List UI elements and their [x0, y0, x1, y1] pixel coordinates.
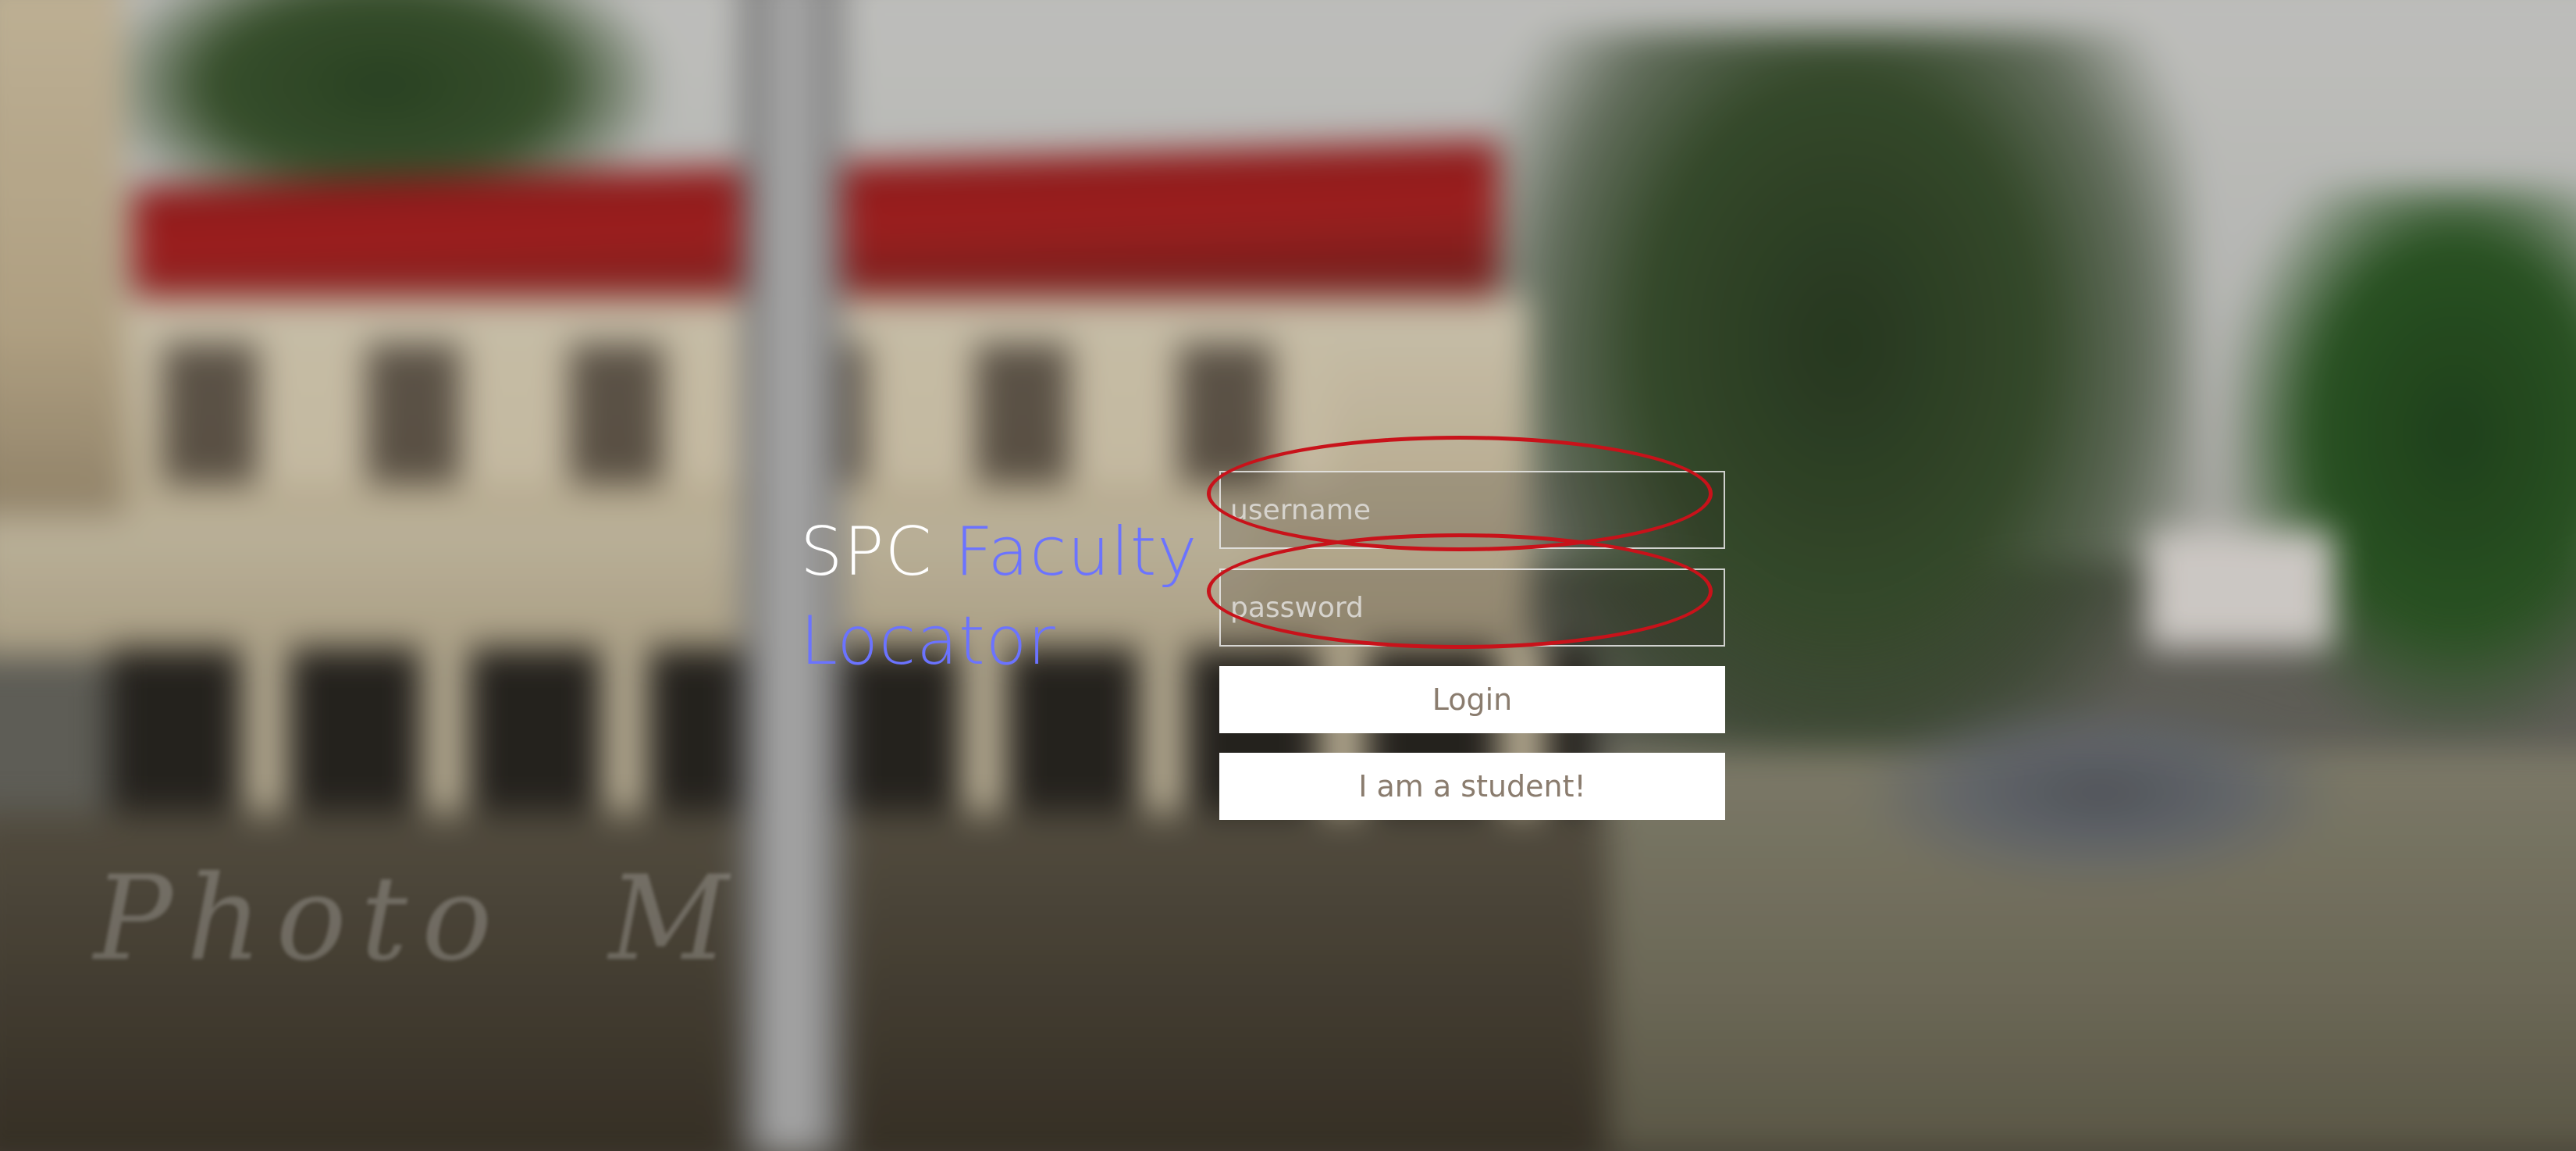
- password-field-wrapper: [1207, 533, 1725, 649]
- photo-watermark: Photo M: [94, 851, 743, 987]
- username-field-wrapper: [1207, 436, 1725, 551]
- username-input[interactable]: [1219, 471, 1725, 549]
- login-button[interactable]: Login: [1219, 666, 1725, 733]
- app-title-locator: Locator: [800, 602, 1056, 680]
- app-title: SPC Faculty Locator: [800, 508, 1206, 686]
- password-input[interactable]: [1219, 568, 1725, 647]
- student-button[interactable]: I am a student!: [1219, 753, 1725, 820]
- login-page: Photo M SPC Faculty Locator Login I am a…: [0, 0, 2576, 1151]
- app-title-faculty: Faculty: [954, 513, 1198, 591]
- app-title-spc: SPC: [800, 513, 933, 591]
- login-form: Login I am a student!: [1207, 436, 1725, 839]
